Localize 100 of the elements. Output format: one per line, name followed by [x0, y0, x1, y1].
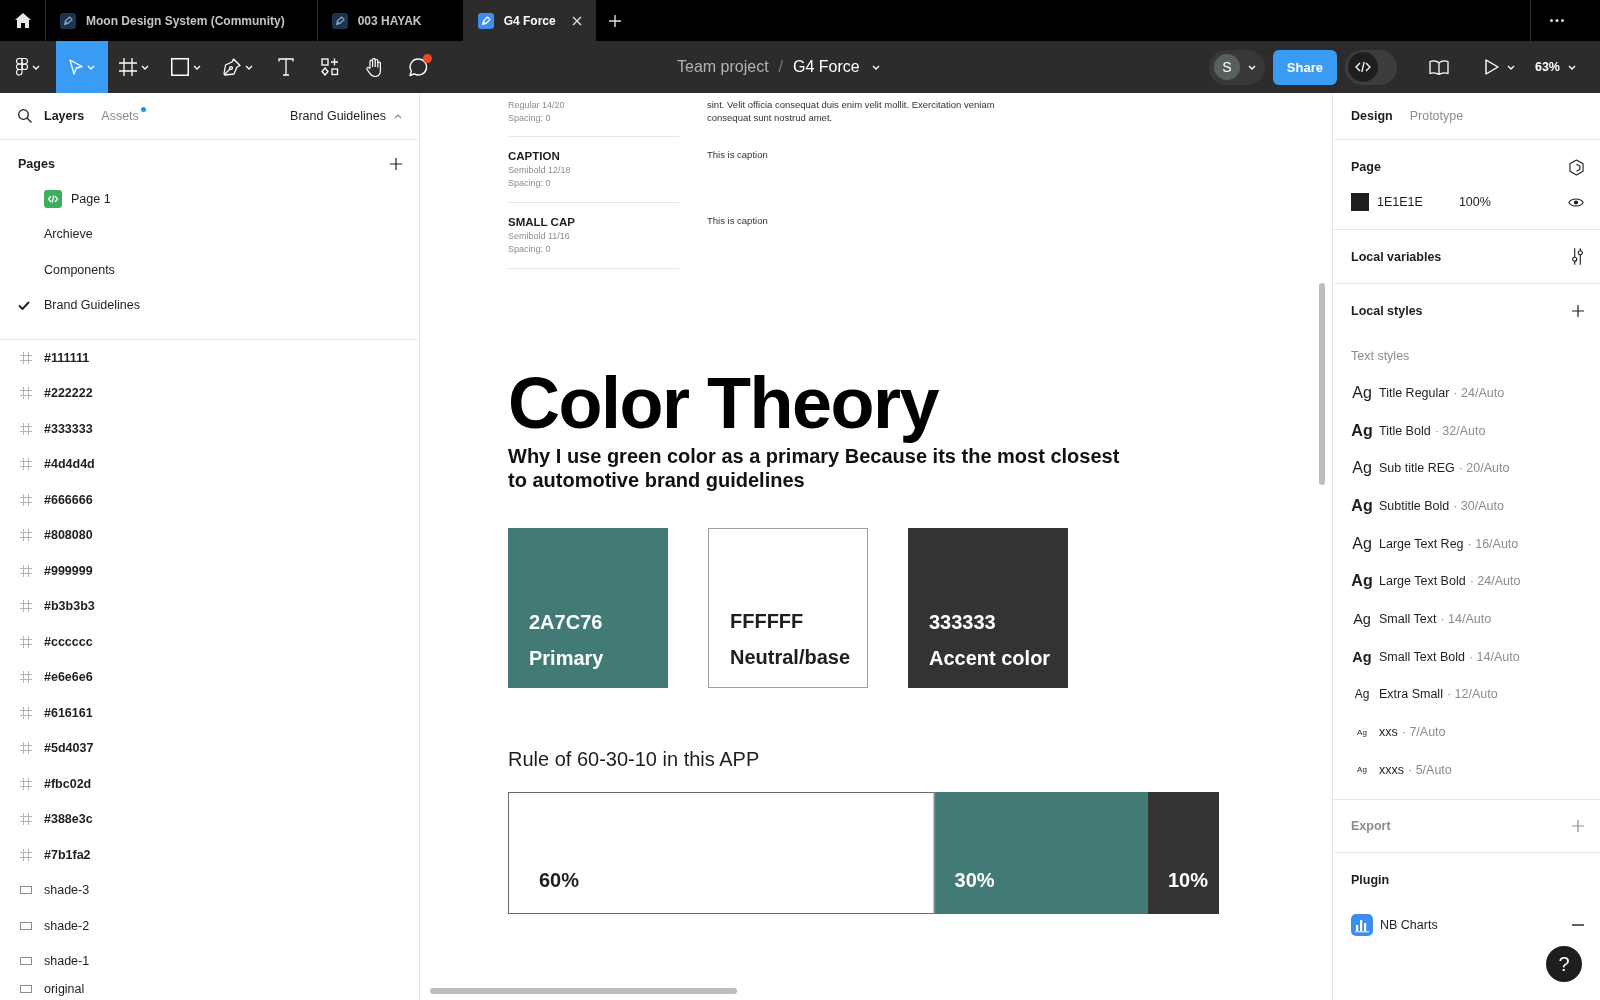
caret-icon — [193, 64, 201, 70]
pencil-icon — [331, 12, 348, 29]
type-sample: Ag — [1351, 496, 1373, 515]
file-tab[interactable]: G4 Force — [463, 0, 596, 41]
bar-chart-icon[interactable] — [1351, 913, 1373, 936]
chevron-up-icon — [394, 113, 402, 119]
spacing-text: Spacing: 0 — [508, 112, 551, 125]
layer-row[interactable]: #222222 — [0, 375, 419, 411]
hash-icon — [20, 493, 32, 506]
style-name[interactable]: xxxs — [1379, 762, 1404, 777]
color-swatch-icon[interactable] — [1351, 193, 1369, 211]
more-icon — [1550, 19, 1564, 22]
layer-row[interactable]: #388e3c — [0, 801, 419, 837]
layer-row[interactable]: #b3b3b3 — [0, 588, 419, 624]
page-picker-button[interactable]: Brand Guidelines — [290, 109, 402, 123]
search-button[interactable] — [18, 109, 32, 123]
plus-icon — [1572, 305, 1584, 317]
layer-row[interactable]: shade-1 — [0, 943, 419, 979]
type-sample: Ag — [1352, 648, 1372, 665]
segment-label: 60% — [539, 869, 580, 891]
horizontal-scrollbar[interactable] — [430, 988, 737, 994]
layer-row[interactable]: shade-2 — [0, 908, 419, 944]
add-page-button[interactable] — [390, 158, 402, 170]
hash-icon — [119, 58, 137, 76]
spacing-text: Spacing: 0 — [508, 177, 551, 190]
variables-button[interactable] — [1571, 248, 1584, 265]
layer-row[interactable]: #4d4d4d — [0, 446, 419, 482]
sample-text: sint. Velit officia consequat duis enim velit mollit. Exercitation veniam consequat sunt nostrud amet. — [707, 98, 995, 124]
hand-icon — [366, 57, 382, 77]
style-name[interactable]: Small Text Bold — [1379, 649, 1465, 664]
style-name[interactable]: Large Text Reg — [1379, 536, 1464, 551]
type-sample: Ag — [1351, 421, 1373, 440]
panel-tab[interactable]: Prototype — [1409, 109, 1472, 123]
section-title: Pages — [18, 157, 55, 171]
code-icon — [1347, 52, 1378, 82]
style-spec: · 14/Auto — [1468, 649, 1520, 664]
rectangle-icon — [20, 957, 32, 966]
code-tile-icon — [44, 189, 62, 208]
group-label: Text styles — [1351, 349, 1410, 363]
style-name[interactable]: Extra Small — [1379, 687, 1443, 702]
swatch-name-text: Accent color — [929, 646, 1051, 671]
rectangle-icon — [20, 921, 32, 930]
segment-label: 30% — [954, 869, 995, 891]
page-item[interactable]: Archieve — [18, 220, 99, 249]
hash-icon — [20, 387, 32, 400]
fill-opacity-value[interactable]: 100% — [1458, 195, 1491, 209]
pen-icon — [223, 58, 241, 76]
layer-row[interactable]: shade-3 — [0, 872, 419, 908]
layer-row[interactable]: original — [0, 979, 419, 999]
style-spec: · 24/Auto — [1469, 574, 1521, 589]
add-style-button[interactable] — [1572, 305, 1584, 317]
fill-hex-value[interactable]: 1E1E1E — [1377, 195, 1423, 209]
layer-row[interactable]: #333333 — [0, 411, 419, 447]
style-spec: · 30/Auto — [1453, 498, 1504, 513]
style-name[interactable]: Title Bold — [1379, 423, 1431, 438]
page-item[interactable]: Brand Guidelines — [18, 291, 146, 320]
swatch-name-text: Neutral/base — [730, 645, 851, 670]
segment-label: 10% — [1167, 869, 1208, 891]
layer-row[interactable]: #999999 — [0, 553, 419, 589]
sliders-icon — [1571, 248, 1584, 265]
style-name[interactable]: Large Text Bold — [1379, 574, 1466, 589]
page-item[interactable]: Components — [18, 255, 121, 284]
hash-icon — [20, 777, 32, 790]
dev-mode-toggle[interactable] — [1344, 49, 1397, 85]
user-menu-button[interactable]: S — [1208, 49, 1265, 85]
style-name[interactable]: xxs — [1379, 725, 1398, 740]
layer-row[interactable]: #e6e6e6 — [0, 659, 419, 695]
layer-row[interactable]: #111111 — [0, 340, 419, 376]
style-spec: · 20/Auto — [1458, 461, 1510, 476]
eye-icon — [1568, 196, 1584, 208]
style-spec: · 16/Auto — [1467, 536, 1519, 551]
plugin-name[interactable]: NB Charts — [1380, 917, 1438, 932]
close-icon[interactable] — [571, 15, 582, 26]
style-name[interactable]: Title Regular — [1379, 385, 1450, 400]
layer-row[interactable]: #666666 — [0, 482, 419, 518]
zoom-button[interactable]: 63% — [1534, 49, 1576, 85]
subtitle-text: Why I use green color as a primary Because its the most closest to automotive brand guidelines — [508, 444, 1120, 492]
library-styles-button[interactable] — [1569, 158, 1584, 176]
layer-row[interactable]: #5d4037 — [0, 730, 419, 766]
style-spec: · 14/Auto — [1440, 611, 1492, 626]
cursor-icon — [69, 59, 83, 75]
layer-row[interactable]: #7b1fa2 — [0, 837, 419, 873]
remove-plugin-button[interactable] — [1572, 923, 1584, 926]
help-button[interactable]: ? — [1546, 946, 1582, 982]
style-name[interactable]: Subtitle Bold — [1379, 498, 1450, 513]
vertical-scrollbar[interactable] — [1319, 283, 1325, 485]
file-name-button[interactable]: G4 Force — [793, 58, 880, 76]
layer-row[interactable]: #808080 — [0, 517, 419, 553]
page-item[interactable]: Page 1 — [18, 184, 117, 213]
project-link[interactable]: Team project — [677, 58, 769, 76]
style-spec-text: Regular 14/20 — [508, 99, 565, 112]
visibility-button[interactable] — [1568, 196, 1584, 208]
layer-row[interactable]: #fbc02d — [0, 766, 419, 802]
style-name[interactable]: Sub title REG — [1379, 461, 1455, 476]
style-name[interactable]: Small Text — [1379, 611, 1437, 626]
panel-tab[interactable]: Design — [1351, 109, 1401, 123]
layer-row[interactable]: #cccccc — [0, 624, 419, 660]
layer-row[interactable]: #616161 — [0, 695, 419, 731]
square-icon — [171, 58, 189, 76]
panel-tab[interactable]: Layers — [44, 109, 93, 123]
